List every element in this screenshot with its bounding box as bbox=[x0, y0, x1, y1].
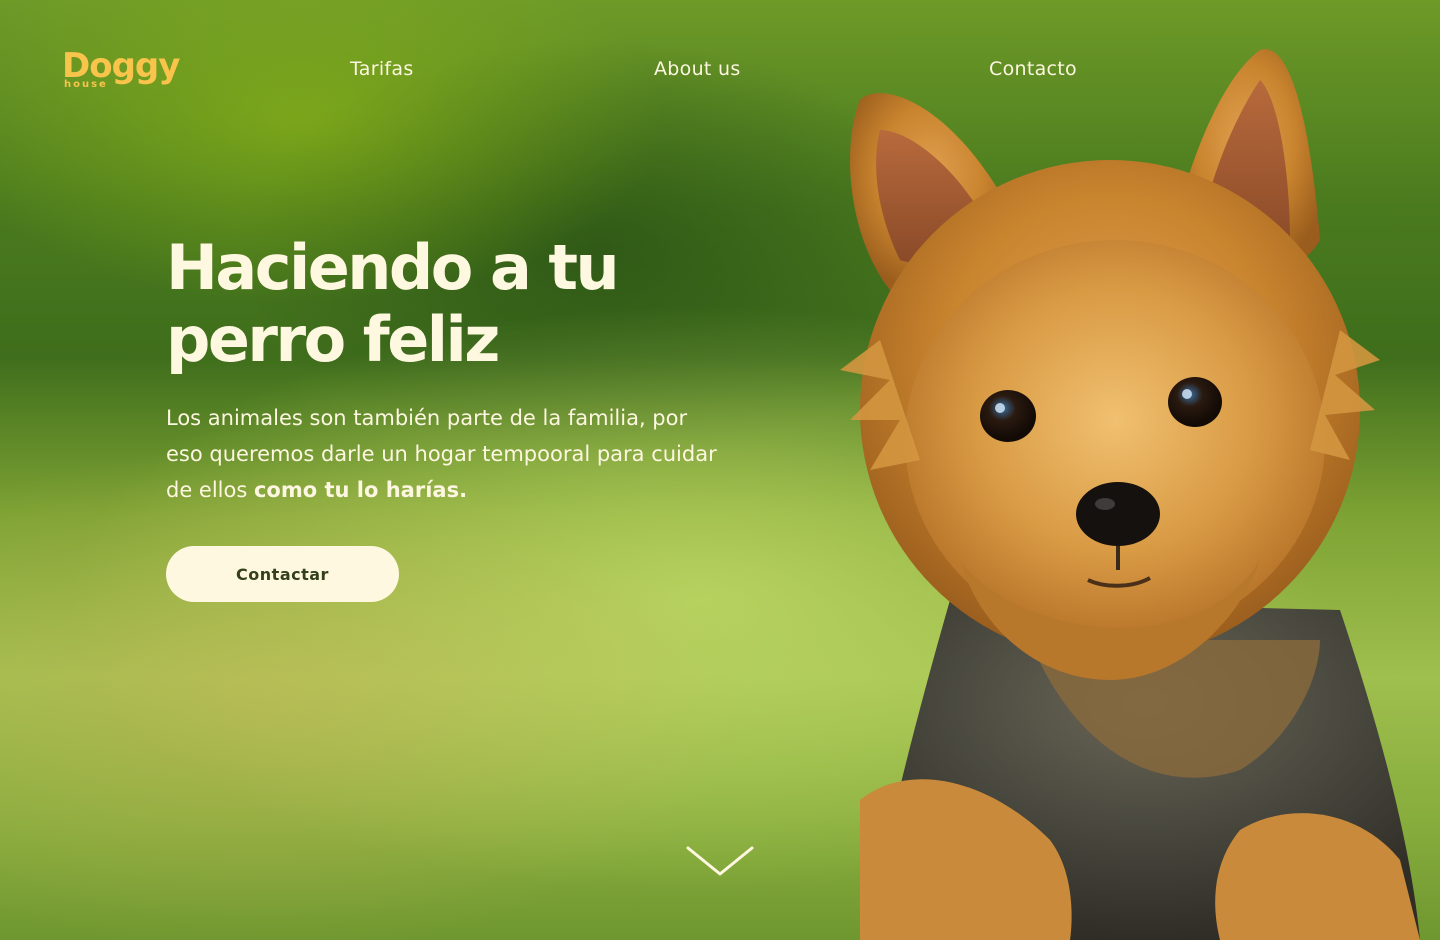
hero-headline-line1: Haciendo a tu bbox=[166, 231, 620, 304]
hero-dog-image bbox=[840, 49, 1420, 940]
chevron-down-icon[interactable] bbox=[686, 840, 754, 880]
hero-headline-line2: perro feliz bbox=[166, 303, 500, 376]
brand-logo[interactable]: Doggy house bbox=[62, 46, 192, 96]
hero-section: Doggy house Tarifas About us Contacto Ha… bbox=[0, 0, 1440, 940]
contactar-button[interactable]: Contactar bbox=[166, 546, 399, 602]
nav-link-contacto[interactable]: Contacto bbox=[989, 58, 1077, 80]
nav-link-tarifas[interactable]: Tarifas bbox=[350, 58, 414, 80]
logo-subtitle: house bbox=[64, 79, 108, 90]
hero-subtitle: Los animales son también parte de la fam… bbox=[166, 400, 726, 508]
hero-subtitle-emphasis: como tu lo harías. bbox=[253, 478, 468, 502]
hero-headline: Haciendo a tu perro feliz bbox=[166, 232, 766, 376]
nav-link-about-us[interactable]: About us bbox=[654, 58, 741, 80]
